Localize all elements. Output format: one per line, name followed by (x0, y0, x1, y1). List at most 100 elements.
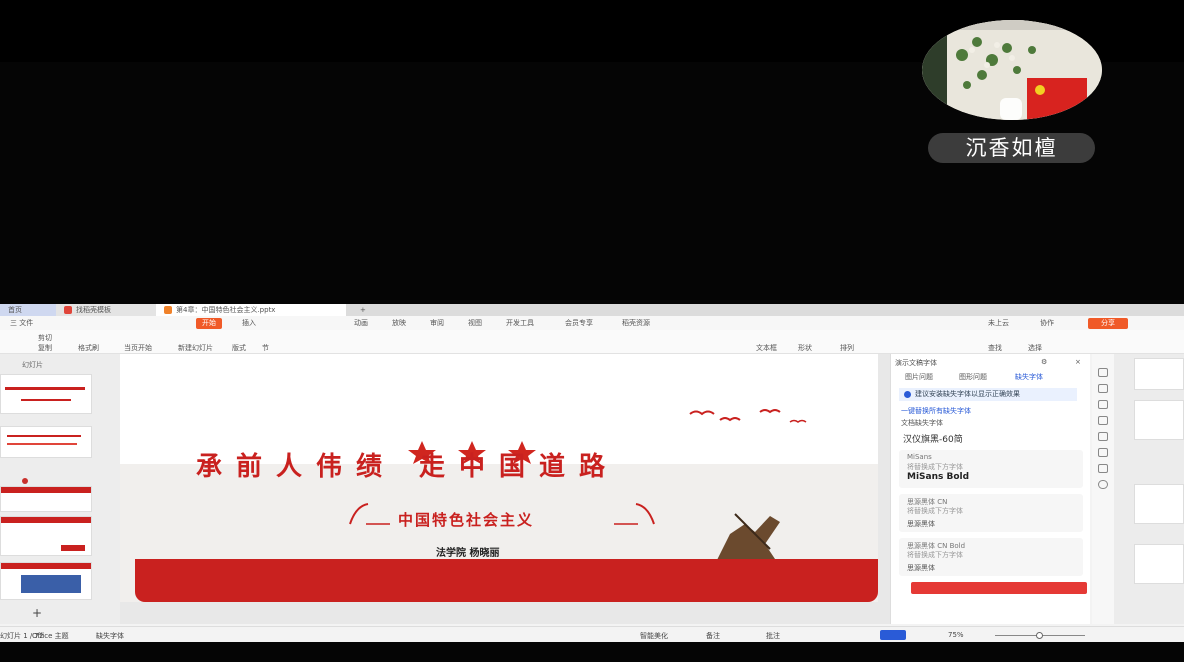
tab-home[interactable]: 首页 (0, 304, 56, 316)
thumb-header-mark (1, 517, 91, 523)
font-card-desc: 将替换成下方字体 (907, 551, 963, 559)
new-tab-button[interactable]: + (352, 304, 372, 316)
right-wheat-ornament (614, 503, 655, 525)
slide-red-banner (135, 559, 878, 602)
help-icon[interactable] (1098, 480, 1108, 489)
missing-fonts-pane: 演示文稿字体 ⚙ × 图片问题 图形问题 缺失字体 建议安装缺失字体以显示正确效… (890, 354, 1090, 624)
check-icon[interactable] (1098, 464, 1108, 473)
thumb-sub-mark (21, 399, 71, 401)
menu-show[interactable]: 放映 (392, 318, 406, 329)
thumb-text-mark (7, 435, 81, 437)
missing-font-count: 汉仪旗黑-60简 (903, 435, 963, 445)
birds-decoration (689, 409, 807, 423)
ribbon-toolbar: 剪切 复制 格式刷 当页开始 新建幻灯片 版式 节 文本框 形状 排列 查找 选… (0, 330, 1184, 354)
slide-thumbnails-panel: 幻灯片 + (0, 354, 120, 624)
play-slideshow-button[interactable] (880, 630, 906, 640)
property-icon[interactable] (1098, 368, 1108, 377)
participant-avatar (922, 20, 1102, 120)
right-icon-sidebar (1092, 354, 1114, 624)
thumb-title-mark (5, 387, 85, 390)
tab-document-label: 第4章：中国特色社会主义.pptx (176, 306, 276, 314)
thumbnail-slide-3[interactable] (0, 486, 92, 512)
thumb-header-mark (1, 563, 91, 569)
pane-settings-icon[interactable]: ⚙ (1041, 358, 1047, 366)
new-slide-button[interactable]: 新建幻灯片 (178, 343, 213, 353)
mini-slide[interactable] (1134, 400, 1184, 440)
tab-shape-issues[interactable]: 图形问题 (959, 372, 987, 382)
share-button[interactable]: 分享 (1088, 318, 1128, 329)
missing-font-status[interactable]: 缺失字体 (96, 631, 124, 641)
slide-author[interactable]: 法学院 杨晓丽 (436, 544, 499, 559)
thumbnail-slide-5[interactable] (0, 562, 92, 600)
comment-button[interactable]: 批注 (766, 631, 780, 641)
mini-slide[interactable] (1134, 358, 1184, 390)
zoom-slider-handle[interactable] (1036, 632, 1043, 639)
thumbnails-label: 幻灯片 (22, 361, 43, 369)
menu-start[interactable]: 开始 (196, 318, 222, 329)
slide-title[interactable]: 承前人伟绩 走中国道路 (196, 446, 619, 483)
layout-button[interactable]: 版式 (232, 343, 246, 353)
pane-close-icon[interactable]: × (1075, 358, 1081, 366)
smart-beautify-button[interactable]: 智能美化 (640, 631, 668, 641)
collab-button[interactable]: 协作 (1040, 318, 1054, 329)
find-button[interactable]: 查找 (988, 343, 1002, 353)
tab-template-label: 找稻壳模板 (76, 306, 111, 314)
tab-missing-fonts[interactable]: 缺失字体 (1015, 372, 1043, 382)
wps-window: 首页 找稻壳模板 第4章：中国特色社会主义.pptx + 三 文件 开始 插入 … (0, 304, 1184, 642)
menu-file[interactable]: 三 文件 (10, 318, 33, 329)
select-button[interactable]: 选择 (1028, 343, 1042, 353)
notice-text: 建议安装缺失字体以显示正确效果 (915, 390, 1020, 398)
font-card-replacement: MiSans Bold (907, 472, 970, 482)
thumbnail-slide-2[interactable] (0, 426, 92, 458)
play-from-current-button[interactable]: 当页开始 (124, 343, 152, 353)
animation-icon[interactable] (1098, 400, 1108, 409)
format-brush-button[interactable]: 格式刷 (78, 343, 99, 353)
menu-member[interactable]: 会员专享 (565, 318, 593, 329)
current-slide[interactable]: 承前人伟绩 走中国道路 中国特色社会主义 法学院 杨晓丽 (120, 354, 878, 602)
tab-image-issues[interactable]: 图片问题 (905, 372, 933, 382)
theme-name: Office 主题 (32, 632, 69, 640)
textbox-button[interactable]: 文本框 (756, 343, 777, 353)
shape-button[interactable]: 形状 (798, 343, 812, 353)
cloud-status[interactable]: 未上云 (988, 318, 1009, 329)
replace-fonts-button[interactable] (911, 582, 1087, 594)
thumb-header-mark (1, 487, 91, 493)
copy-button[interactable]: 复制 (38, 343, 52, 353)
install-fonts-notice: 建议安装缺失字体以显示正确效果 (899, 388, 1077, 401)
template-icon (64, 306, 72, 314)
slide-marker (22, 478, 28, 484)
font-card-replacement: 思源黑体 (907, 564, 935, 572)
layout-icon[interactable] (1098, 416, 1108, 425)
mini-slide[interactable] (1134, 544, 1184, 584)
cut-button[interactable]: 剪切 (38, 333, 52, 343)
arrange-button[interactable]: 排列 (840, 343, 854, 353)
notes-button[interactable]: 备注 (706, 631, 720, 641)
design-icon[interactable] (1098, 384, 1108, 393)
font-card-misans[interactable]: MiSans 将替换成下方字体 MiSans Bold (899, 450, 1083, 488)
left-wheat-ornament (349, 503, 390, 525)
menu-review[interactable]: 审阅 (430, 318, 444, 329)
font-card-sourcehan[interactable]: 思源黑体 CN 将替换成下方字体 思源黑体 (899, 494, 1083, 532)
tab-document[interactable]: 第4章：中国特色社会主义.pptx (156, 304, 346, 316)
secondary-thumbnails (1114, 354, 1184, 624)
tab-template[interactable]: 找稻壳模板 (56, 304, 156, 316)
replace-all-link[interactable]: 一键替换所有缺失字体 (901, 406, 971, 416)
add-slide-button[interactable]: + (32, 606, 42, 620)
zoom-level: 75% (948, 631, 964, 639)
menu-resources[interactable]: 稻壳资源 (622, 318, 650, 329)
mini-slide[interactable] (1134, 484, 1184, 524)
section-button[interactable]: 节 (262, 343, 269, 353)
filter-icon[interactable] (1098, 448, 1108, 457)
pptx-icon (164, 306, 172, 314)
table-icon[interactable] (1098, 432, 1108, 441)
menu-view[interactable]: 视图 (468, 318, 482, 329)
thumbnail-slide-4[interactable] (0, 516, 92, 556)
menu-animation[interactable]: 动画 (354, 318, 368, 329)
menu-dev[interactable]: 开发工具 (506, 318, 534, 329)
font-card-sourcehan-bold[interactable]: 思源黑体 CN Bold 将替换成下方字体 思源黑体 (899, 538, 1083, 576)
menu-insert[interactable]: 插入 (242, 318, 256, 329)
font-card-name: MiSans (907, 453, 932, 461)
thumbnail-slide-1[interactable] (0, 374, 92, 414)
slide-subtitle[interactable]: 中国特色社会主义 (398, 509, 534, 530)
thumb-button-mark (61, 545, 85, 551)
